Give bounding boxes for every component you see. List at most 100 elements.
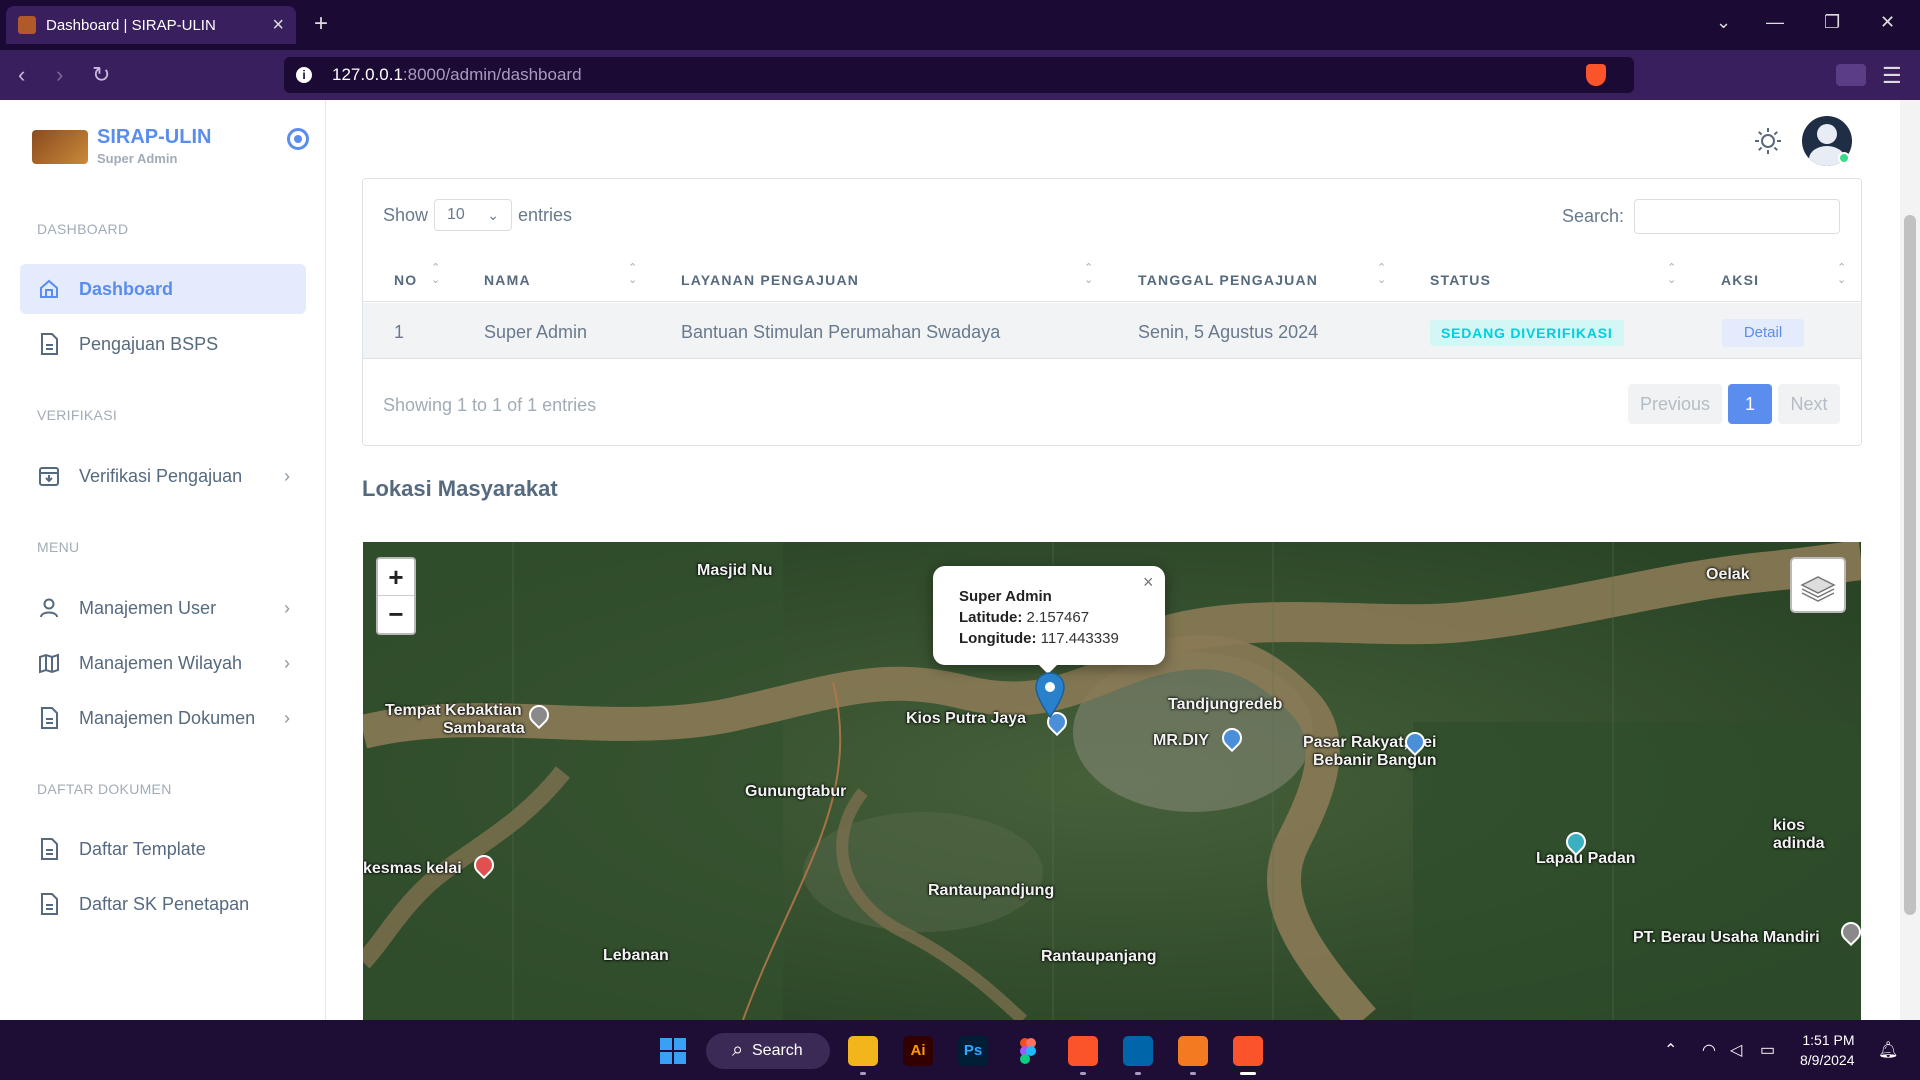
tab-title: Dashboard | SIRAP-ULIN bbox=[46, 16, 216, 34]
page-size-select[interactable]: 10 ⌄ bbox=[434, 199, 512, 231]
file-icon bbox=[38, 838, 60, 860]
sidebar-item-daftar-sk-penetapan[interactable]: Daftar SK Penetapan bbox=[20, 879, 306, 929]
sort-icon[interactable]: ⌃ ⌄ bbox=[1837, 262, 1846, 286]
popup-lat-value: 2.157467 bbox=[1026, 609, 1090, 626]
section-verifikasi: VERIFIKASI bbox=[37, 407, 118, 423]
sidebar-item-manajemen-user[interactable]: Manajemen User › bbox=[20, 583, 306, 633]
reload-icon[interactable]: ↻ bbox=[92, 62, 110, 88]
xampp-icon[interactable] bbox=[1178, 1036, 1208, 1066]
table-row bbox=[363, 303, 1861, 359]
wifi-icon[interactable]: ◠ bbox=[1702, 1040, 1716, 1060]
figma-icon[interactable] bbox=[1013, 1036, 1043, 1066]
previous-page-button[interactable]: Previous bbox=[1628, 384, 1722, 424]
vscode-icon[interactable] bbox=[1123, 1036, 1153, 1066]
popup-lon-label: Longitude: bbox=[959, 630, 1037, 647]
map-zoom-control: + − bbox=[376, 557, 416, 635]
brave-shields-icon[interactable] bbox=[1586, 64, 1606, 86]
sidebar-item-verifikasi-pengajuan[interactable]: Verifikasi Pengajuan › bbox=[20, 451, 306, 501]
sidebar-item-label: Manajemen User bbox=[79, 597, 217, 618]
brave-beta-icon[interactable] bbox=[1068, 1036, 1098, 1066]
clock-date: 8/9/2024 bbox=[1800, 1052, 1855, 1068]
tab-search-chevron-icon[interactable]: ⌄ bbox=[1716, 12, 1731, 33]
zoom-out-button[interactable]: − bbox=[378, 596, 414, 633]
browser-tab-bar: Dashboard | SIRAP-ULIN × + ⌄ — ❐ ✕ bbox=[0, 0, 1920, 50]
chevron-right-icon: › bbox=[284, 652, 290, 673]
sort-icon[interactable]: ⌃ ⌄ bbox=[1667, 262, 1676, 286]
zoom-in-button[interactable]: + bbox=[378, 559, 414, 596]
layers-control[interactable] bbox=[1790, 557, 1846, 613]
tray-chevron-up-icon[interactable]: ⌃ bbox=[1664, 1040, 1677, 1060]
sidebar-item-dashboard[interactable]: Dashboard bbox=[20, 264, 306, 314]
brave-icon[interactable] bbox=[1233, 1036, 1263, 1066]
cell-layanan: Bantuan Stimulan Perumahan Swadaya bbox=[681, 322, 1001, 342]
table-header bbox=[363, 258, 1861, 302]
sort-icon[interactable]: ⌃ ⌄ bbox=[431, 262, 440, 286]
browser-menu-icon[interactable]: ☰ bbox=[1882, 63, 1902, 89]
theme-toggle-sun-icon[interactable] bbox=[1754, 127, 1782, 155]
home-icon bbox=[38, 278, 60, 300]
sort-icon[interactable]: ⌃ ⌄ bbox=[628, 262, 637, 286]
status-badge: SEDANG DIVERIFIKASI bbox=[1430, 320, 1624, 346]
detail-button[interactable]: Detail bbox=[1722, 319, 1804, 347]
column-header-tanggal[interactable]: TANGGAL PENGAJUAN bbox=[1138, 272, 1318, 288]
column-header-aksi[interactable]: AKSI bbox=[1721, 272, 1759, 288]
clock-time: 1:51 PM bbox=[1802, 1032, 1855, 1048]
popup-lat-label: Latitude: bbox=[959, 609, 1023, 626]
sidebar-item-manajemen-dokumen[interactable]: Manajemen Dokumen › bbox=[20, 693, 306, 743]
collapse-sidebar-icon[interactable] bbox=[287, 128, 309, 150]
show-label: Show bbox=[383, 205, 429, 225]
site-info-icon[interactable]: i bbox=[296, 67, 312, 83]
browser-tab-dashboard[interactable]: Dashboard | SIRAP-ULIN × bbox=[6, 6, 296, 44]
location-marker-icon[interactable] bbox=[1035, 672, 1065, 718]
column-header-layanan[interactable]: LAYANAN PENGAJUAN bbox=[681, 272, 859, 288]
sort-icon[interactable]: ⌃ ⌄ bbox=[1377, 262, 1386, 286]
map-label-rantaupandjung: Rantaupandjung bbox=[928, 882, 1055, 899]
section-menu: MENU bbox=[37, 539, 80, 555]
map-label-pasar2: Bebanir Bangun bbox=[1313, 752, 1437, 769]
chevron-right-icon: › bbox=[284, 465, 290, 486]
windows-start-icon[interactable] bbox=[660, 1038, 686, 1064]
sidebar-item-daftar-template[interactable]: Daftar Template bbox=[20, 824, 306, 874]
page-scrollbar[interactable] bbox=[1900, 100, 1920, 1020]
url-path: :8000/admin/dashboard bbox=[402, 65, 582, 84]
file-explorer-icon[interactable] bbox=[848, 1036, 878, 1066]
address-bar[interactable]: 127.0.0.1:8000/admin/dashboard bbox=[284, 57, 1634, 93]
map-label-pt-berau: PT. Berau Usaha Mandiri bbox=[1633, 929, 1820, 946]
url-host: 127.0.0.1 bbox=[332, 65, 403, 84]
page-1-button[interactable]: 1 bbox=[1728, 384, 1772, 424]
close-tab-icon[interactable]: × bbox=[272, 14, 284, 37]
map-label-masjid: Masjid Nu bbox=[697, 562, 773, 579]
close-window-icon[interactable]: ✕ bbox=[1880, 12, 1895, 33]
next-page-button[interactable]: Next bbox=[1778, 384, 1840, 424]
photoshop-icon[interactable]: Ps bbox=[958, 1036, 988, 1066]
notification-bell-icon[interactable]: 🔔︎ bbox=[1878, 1040, 1898, 1060]
column-header-status[interactable]: STATUS bbox=[1430, 272, 1491, 288]
forward-icon[interactable]: › bbox=[56, 62, 63, 88]
minimize-icon[interactable]: — bbox=[1766, 12, 1784, 33]
close-popup-icon[interactable]: × bbox=[1143, 572, 1154, 593]
map-icon bbox=[38, 652, 60, 674]
taskbar-clock[interactable]: 1:51 PM 8/9/2024 bbox=[1800, 1030, 1855, 1070]
sort-icon[interactable]: ⌃ ⌄ bbox=[1084, 262, 1093, 286]
file-icon bbox=[38, 707, 60, 729]
back-icon[interactable]: ‹ bbox=[18, 62, 25, 88]
file-icon bbox=[38, 893, 60, 915]
sidebar-item-manajemen-wilayah[interactable]: Manajemen Wilayah › bbox=[20, 638, 306, 688]
column-header-no[interactable]: NO bbox=[394, 272, 417, 288]
running-indicator bbox=[1080, 1072, 1086, 1075]
wallet-icon[interactable] bbox=[1836, 64, 1866, 86]
cell-nama: Super Admin bbox=[484, 322, 588, 342]
sidebar-item-pengajuan-bsps[interactable]: Pengajuan BSPS bbox=[20, 319, 306, 369]
battery-icon[interactable]: ▭ bbox=[1760, 1040, 1775, 1060]
illustrator-icon[interactable]: Ai bbox=[903, 1036, 933, 1066]
map-popup: Super Admin Latitude: 2.157467 Longitude… bbox=[933, 566, 1165, 665]
restore-icon[interactable]: ❐ bbox=[1824, 12, 1840, 33]
map-label-gunungtabur: Gunungtabur bbox=[745, 783, 847, 800]
volume-icon[interactable]: ◁ bbox=[1730, 1040, 1742, 1060]
taskbar-search[interactable]: Search bbox=[706, 1032, 830, 1069]
new-tab-icon[interactable]: + bbox=[314, 10, 328, 38]
table-search-input[interactable] bbox=[1634, 199, 1840, 234]
map-label-kios: Kios Putra Jaya bbox=[906, 710, 1027, 727]
column-header-nama[interactable]: NAMA bbox=[484, 272, 531, 288]
section-dashboard: DASHBOARD bbox=[37, 221, 129, 237]
